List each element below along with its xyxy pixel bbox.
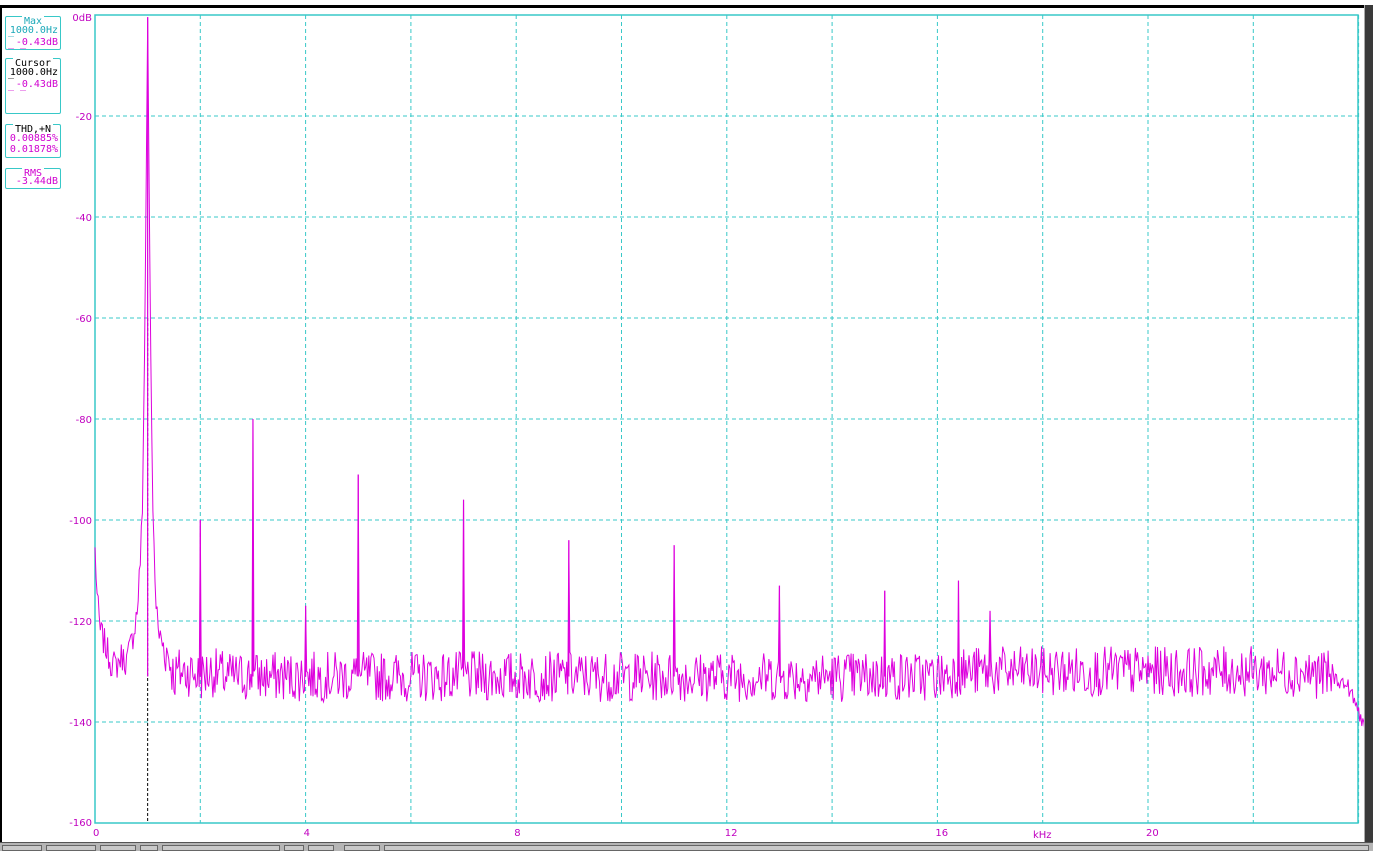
x-axis-tick-labels: 0 4 8 12 16 20 [93, 828, 1159, 839]
y-tick-label: -40 [76, 213, 92, 224]
y-tick-label: -80 [76, 415, 92, 426]
y-tick-label: -160 [69, 818, 92, 829]
status-segment[interactable] [100, 845, 136, 851]
thdn-value: 0.01878% [9, 144, 58, 155]
right-frame [1364, 5, 1373, 851]
status-segment[interactable] [140, 845, 158, 851]
y-tick-label: 0dB [72, 13, 92, 24]
status-segment[interactable] [162, 845, 280, 851]
thd-box: THD,+N 0.00885% 0.01878% [5, 124, 61, 158]
x-tick-label: 0 [93, 828, 99, 839]
y-tick-label: -100 [69, 516, 92, 527]
rms-box: RMS -3.44dB [5, 168, 61, 189]
status-bar [0, 842, 1373, 851]
y-tick-label: -140 [69, 718, 92, 729]
x-tick-label: 12 [725, 828, 738, 839]
cursor-freq: 1000.0Hz [9, 67, 58, 78]
status-segment[interactable] [384, 845, 1369, 851]
status-segment[interactable] [308, 845, 334, 851]
status-segment[interactable] [46, 845, 96, 851]
y-axis-tick-labels: 0dB -20 -40 -60 -80 -100 -120 -140 -160 [69, 13, 92, 829]
status-segment[interactable] [2, 845, 42, 851]
y-tick-label: -120 [69, 617, 92, 628]
y-tick-label: -20 [76, 112, 92, 123]
x-tick-label: 16 [935, 828, 948, 839]
y-tick-label: -60 [76, 314, 92, 325]
rms-level: -3.44dB [15, 176, 58, 187]
max-box: Max _ 1000.0Hz _ _ -0.43dB [5, 16, 61, 50]
max-level: -0.43dB [15, 37, 58, 48]
status-segment[interactable] [344, 845, 380, 851]
spectrum-chart[interactable]: 0dB -20 -40 -60 -80 -100 -120 -140 -160 0 4 8 12 16 2… [0, 0, 1373, 851]
cursor-box: Cursor _ 1000.0Hz _ _ -0.43dB [5, 58, 61, 114]
status-segment[interactable] [284, 845, 304, 851]
max-freq: 1000.0Hz [9, 25, 58, 36]
x-tick-label: 4 [304, 828, 310, 839]
x-axis-label: kHz [1033, 830, 1052, 841]
x-tick-label: 20 [1146, 828, 1159, 839]
x-tick-label: 8 [514, 828, 520, 839]
cursor-level: -0.43dB [15, 79, 58, 90]
